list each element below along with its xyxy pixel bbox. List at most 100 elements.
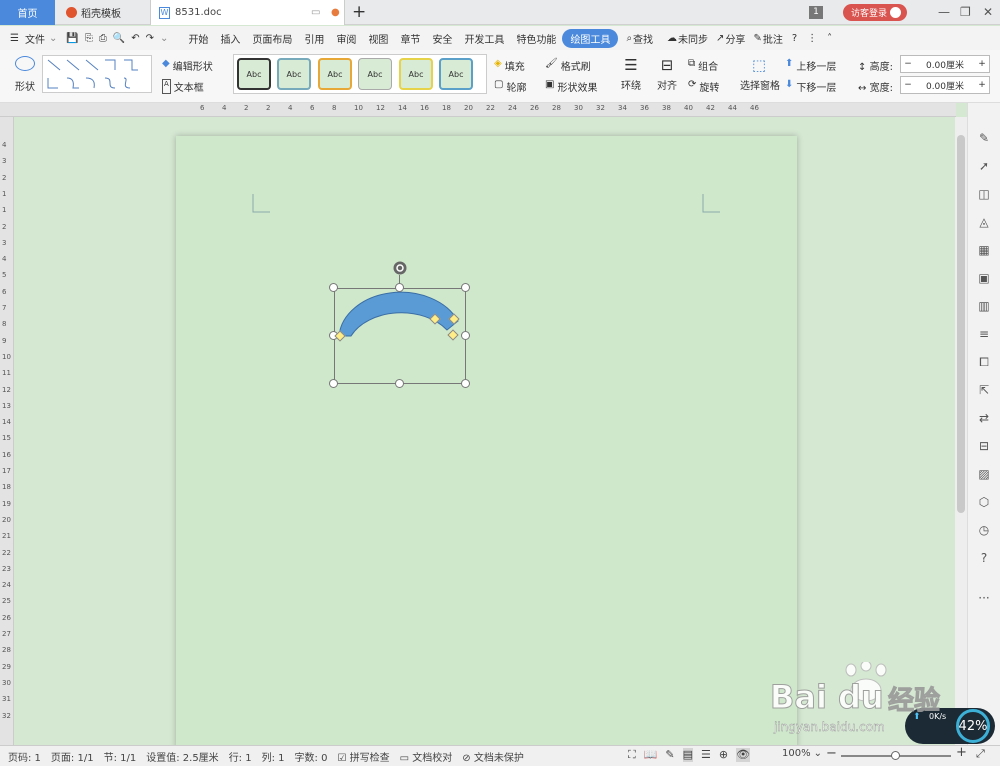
height-value[interactable]: 0.00厘米 <box>915 58 975 71</box>
save-icon[interactable]: 💾 <box>63 33 81 44</box>
bring-forward-button[interactable]: ⬆ 上移一层 <box>785 58 836 73</box>
width-increment[interactable]: + <box>975 80 989 90</box>
menu-review[interactable]: 审阅 <box>330 31 362 46</box>
cursor-icon[interactable]: ➚ <box>976 158 992 174</box>
web-view-icon[interactable]: ⊕ <box>719 748 728 762</box>
more-dots-icon[interactable]: ··· <box>976 590 992 606</box>
search-icon[interactable]: ⌕ <box>618 33 633 44</box>
textbox-button[interactable]: A 文本框 <box>162 79 204 94</box>
cloud-sync-icon[interactable]: ☁ <box>661 33 678 44</box>
select-pane-button[interactable]: ⬚ 选择窗格 <box>740 56 780 92</box>
read-mode-icon[interactable]: 📖 <box>644 748 658 762</box>
apps-icon[interactable]: ▣ <box>976 270 992 286</box>
resize-handle-tm[interactable] <box>395 283 404 292</box>
document-page[interactable] <box>176 136 797 748</box>
tab-document[interactable]: W 8531.doc ▭ ● <box>150 0 345 25</box>
comment-icon[interactable]: ✎ <box>749 33 762 44</box>
menu-features[interactable]: 特色功能 <box>510 31 562 46</box>
block-arc-shape[interactable] <box>334 288 466 384</box>
zoom-out-button[interactable]: − <box>826 746 837 761</box>
height-stepper[interactable]: − 0.00厘米 + <box>900 55 990 73</box>
menu-page-layout[interactable]: 页面布局 <box>246 31 298 46</box>
restore-icon[interactable]: ❐ <box>960 5 971 19</box>
vertical-scrollbar[interactable] <box>955 117 967 745</box>
wrap-button[interactable]: ☰ 环绕 <box>617 56 645 92</box>
height-increment[interactable]: + <box>975 59 989 69</box>
menu-comment[interactable]: 批注 <box>763 31 787 46</box>
copy-icon[interactable]: ⎘ <box>82 33 96 44</box>
help-icon[interactable]: ? <box>787 33 802 44</box>
height-decrement[interactable]: − <box>901 59 915 69</box>
menu-search[interactable]: 查找 <box>633 31 661 46</box>
rotate-handle-icon[interactable] <box>392 260 408 276</box>
menu-drawing-tools[interactable]: 绘图工具 <box>562 28 619 48</box>
spell-check-button[interactable]: ☑ 拼写检查 <box>337 749 389 764</box>
resize-handle-bm[interactable] <box>395 379 404 388</box>
chevron-down-icon[interactable]: ⌄ <box>49 33 63 44</box>
chart-icon[interactable]: ▥ <box>976 298 992 314</box>
translate-icon[interactable]: ⇄ <box>976 410 992 426</box>
outline-view-icon[interactable]: ☰ <box>701 748 711 762</box>
status-words[interactable]: 字数: 0 <box>295 749 328 764</box>
menu-developer[interactable]: 开发工具 <box>458 31 510 46</box>
resize-handle-tr[interactable] <box>461 283 470 292</box>
menu-share[interactable]: 分享 <box>725 31 749 46</box>
menu-reference[interactable]: 引用 <box>298 31 330 46</box>
zoom-slider-thumb[interactable] <box>891 751 900 760</box>
style-preset-3[interactable]: Abc <box>318 58 352 90</box>
print-icon[interactable]: ⎙ <box>96 33 110 44</box>
doc-proof-button[interactable]: ▭ 文档校对 <box>400 749 453 764</box>
style-icon[interactable]: ◬ <box>976 214 992 230</box>
align-button[interactable]: ⊟ 对齐 <box>653 56 681 92</box>
pen-icon[interactable]: ✎ <box>976 130 992 146</box>
tab-home[interactable]: 首页 <box>0 0 55 25</box>
style-preset-1[interactable]: Abc <box>237 58 271 90</box>
style-preset-5[interactable]: Abc <box>399 58 433 90</box>
menu-sync[interactable]: 未同步 <box>678 31 712 46</box>
resize-handle-tl[interactable] <box>329 283 338 292</box>
picture-icon[interactable]: ▨ <box>976 466 992 482</box>
table-icon[interactable]: ▦ <box>976 242 992 258</box>
fullscreen-icon[interactable]: ⛶ <box>628 748 636 762</box>
style-preset-4[interactable]: Abc <box>358 58 392 90</box>
menu-section[interactable]: 章节 <box>394 31 426 46</box>
width-stepper[interactable]: − 0.00厘米 + <box>900 76 990 94</box>
settings-sliders-icon[interactable]: ≡ <box>976 326 992 342</box>
history-icon[interactable]: ◷ <box>976 522 992 538</box>
monitor-icon[interactable]: ▭ <box>311 7 320 18</box>
vertical-ruler[interactable]: 4 3 2 1 1 2 3 4 5 6 7 8 9 10 11 12 13 14 15 16 17 18 19 20 21 22 2… <box>0 117 14 745</box>
zoom-level[interactable]: 100% ⌄ <box>782 748 822 759</box>
redo-icon[interactable]: ↷ <box>143 33 157 44</box>
rotate-button[interactable]: ⟳ 旋转 <box>688 79 719 94</box>
print-preview-icon[interactable]: 🔍 <box>110 33 128 44</box>
resize-handle-mr[interactable] <box>461 331 470 340</box>
shape-effect-button[interactable]: ▣ 形状效果 <box>545 79 597 94</box>
customize-icon[interactable]: ⌄ <box>157 33 182 44</box>
line-gallery[interactable] <box>42 55 152 93</box>
close-icon[interactable]: ✕ <box>983 5 993 19</box>
eye-protect-icon[interactable]: 👁 <box>736 748 751 762</box>
undo-icon[interactable]: ↶ <box>128 33 142 44</box>
width-decrement[interactable]: − <box>901 80 915 90</box>
style-preset-6[interactable]: Abc <box>439 58 473 90</box>
hamburger-icon[interactable]: ☰ <box>0 33 21 44</box>
share-icon[interactable]: ↗ <box>712 33 725 44</box>
scroll-thumb[interactable] <box>957 135 965 513</box>
image-search-icon[interactable]: ⧠ <box>976 354 992 370</box>
new-tab-button[interactable]: + <box>352 2 366 22</box>
page-view-icon[interactable]: ▤ <box>682 748 694 762</box>
resize-handle-bl[interactable] <box>329 379 338 388</box>
shape-tool[interactable]: 形状 <box>10 56 40 96</box>
menu-view[interactable]: 视图 <box>362 31 394 46</box>
zoom-in-button[interactable]: + <box>956 745 967 760</box>
doc-protect-button[interactable]: ⊘ 文档未保护 <box>462 749 524 764</box>
menu-security[interactable]: 安全 <box>426 31 458 46</box>
more-icon[interactable]: ⋮ <box>802 33 822 44</box>
collapse-ribbon-icon[interactable]: ˄ <box>822 33 837 44</box>
menu-insert[interactable]: 插入 <box>214 31 246 46</box>
group-button[interactable]: ⧉ 组合 <box>688 58 718 73</box>
export-icon[interactable]: ⇱ <box>976 382 992 398</box>
edit-mode-icon[interactable]: ✎ <box>665 748 674 762</box>
format-painter-button[interactable]: 🖌 格式刷 <box>545 58 591 73</box>
guest-login-button[interactable]: 访客登录 <box>843 4 907 21</box>
